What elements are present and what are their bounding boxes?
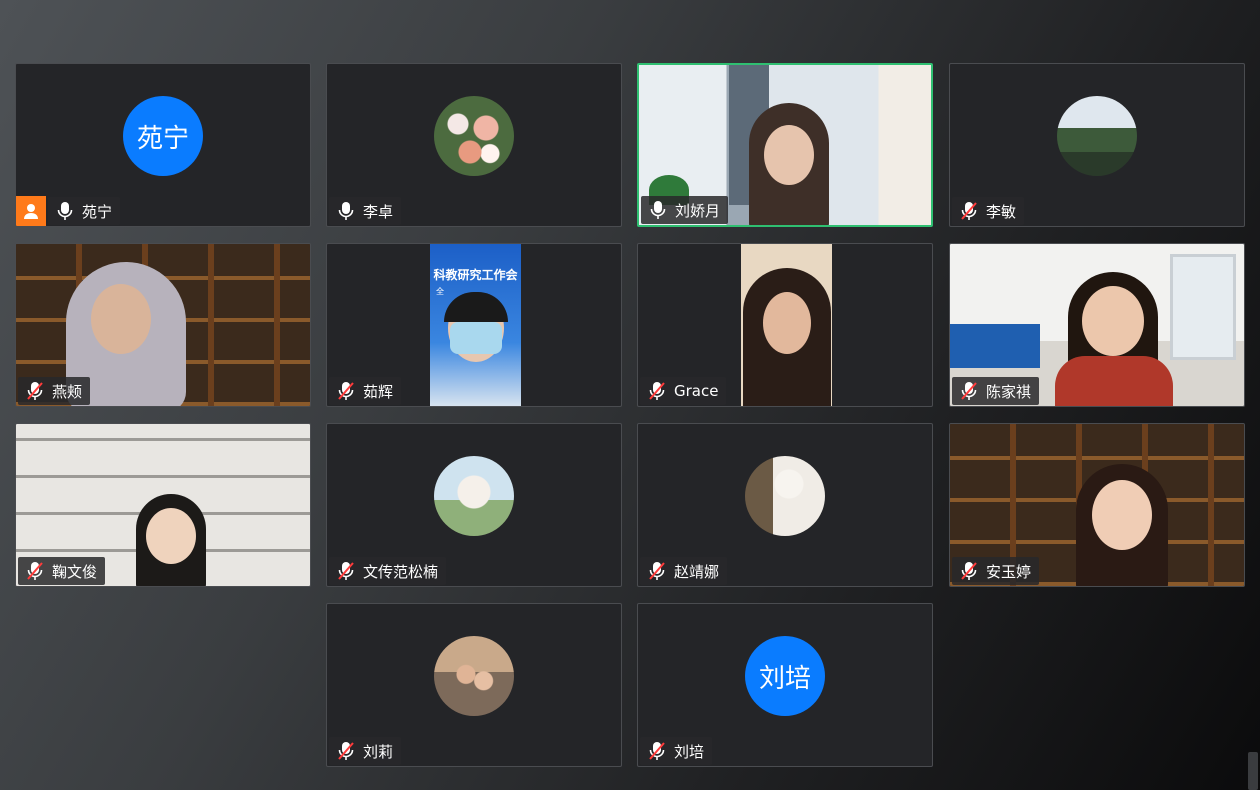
participant-name: 刘培 (674, 742, 705, 761)
banner-text: 科教研究工作会 (433, 268, 518, 282)
avatar-flowers-photo (434, 96, 514, 176)
name-bar: 赵靖娜 (638, 556, 728, 586)
name-bar: 鞠文俊 (16, 556, 106, 586)
video-feed: 科教研究工作会 全 (430, 244, 521, 406)
microphone-muted-icon[interactable] (335, 740, 357, 762)
microphone-muted-icon[interactable] (335, 560, 357, 582)
participant-name: 文传范松楠 (363, 562, 439, 581)
participant-name: 李卓 (363, 202, 394, 221)
avatar-landscape-photo (1057, 96, 1137, 176)
host-icon (16, 196, 46, 226)
microphone-icon[interactable] (647, 199, 669, 221)
participant-name: 茹辉 (363, 382, 394, 401)
participant-name: 赵靖娜 (674, 562, 720, 581)
participant-name: 安玉婷 (986, 562, 1032, 581)
avatar-couple-photo (434, 636, 514, 716)
participant-name: 陈家祺 (986, 382, 1032, 401)
name-bar: 燕颊 (16, 376, 91, 406)
participant-tile-lizhuo[interactable]: 李卓 (326, 63, 622, 227)
participant-name: 燕颊 (52, 382, 83, 401)
participant-tile-grace[interactable]: Grace (637, 243, 933, 407)
participant-tile-ruhui[interactable]: 科教研究工作会 全 茹辉 (326, 243, 622, 407)
name-bar: Grace (638, 376, 727, 406)
avatar: 刘培 (745, 636, 825, 716)
microphone-muted-icon[interactable] (958, 560, 980, 582)
participant-tile-juwenjun[interactable]: 鞠文俊 (15, 423, 311, 587)
participant-name: Grace (674, 382, 719, 400)
microphone-icon[interactable] (54, 200, 76, 222)
microphone-muted-icon[interactable] (646, 380, 668, 402)
name-bar: 李敏 (950, 196, 1025, 226)
microphone-muted-icon[interactable] (646, 740, 668, 762)
name-bar: 刘莉 (327, 736, 402, 766)
avatar-orchid-photo (745, 456, 825, 536)
participant-name: 李敏 (986, 202, 1017, 221)
avatar-outdoor-photo (434, 456, 514, 536)
microphone-muted-icon[interactable] (24, 380, 46, 402)
name-bar: 刘娇月 (639, 195, 729, 225)
microphone-muted-icon[interactable] (958, 200, 980, 222)
banner-subtext: 全 (436, 287, 444, 296)
participant-tile-yanjia[interactable]: 燕颊 (15, 243, 311, 407)
participant-tile-yuanning[interactable]: 苑宁 苑宁 (15, 63, 311, 227)
participant-tile-chenjiaqi[interactable]: 陈家祺 (949, 243, 1245, 407)
microphone-muted-icon[interactable] (958, 380, 980, 402)
participant-tile-limin[interactable]: 李敏 (949, 63, 1245, 227)
microphone-icon[interactable] (335, 200, 357, 222)
participant-name: 刘莉 (363, 742, 394, 761)
name-bar: 刘培 (638, 736, 713, 766)
participant-tile-anyuting[interactable]: 安玉婷 (949, 423, 1245, 587)
name-bar: 苑宁 (16, 196, 121, 226)
name-bar: 陈家祺 (950, 376, 1040, 406)
resize-handle[interactable] (1248, 752, 1258, 790)
avatar: 苑宁 (123, 96, 203, 176)
participant-name: 刘娇月 (675, 201, 721, 220)
microphone-muted-icon[interactable] (24, 560, 46, 582)
microphone-muted-icon[interactable] (646, 560, 668, 582)
video-feed (741, 244, 832, 406)
participant-name: 苑宁 (82, 202, 113, 221)
name-bar: 李卓 (327, 196, 402, 226)
name-bar: 文传范松楠 (327, 556, 447, 586)
microphone-muted-icon[interactable] (335, 380, 357, 402)
participant-tile-wenchuanfansongnan[interactable]: 文传范松楠 (326, 423, 622, 587)
name-bar: 茹辉 (327, 376, 402, 406)
participant-tile-liupei[interactable]: 刘培 刘培 (637, 603, 933, 767)
name-bar: 安玉婷 (950, 556, 1040, 586)
participant-tile-zhaojingna[interactable]: 赵靖娜 (637, 423, 933, 587)
participant-tile-liuli[interactable]: 刘莉 (326, 603, 622, 767)
participant-tile-liujiaoyue[interactable]: 刘娇月 (637, 63, 933, 227)
participant-name: 鞠文俊 (52, 562, 98, 581)
